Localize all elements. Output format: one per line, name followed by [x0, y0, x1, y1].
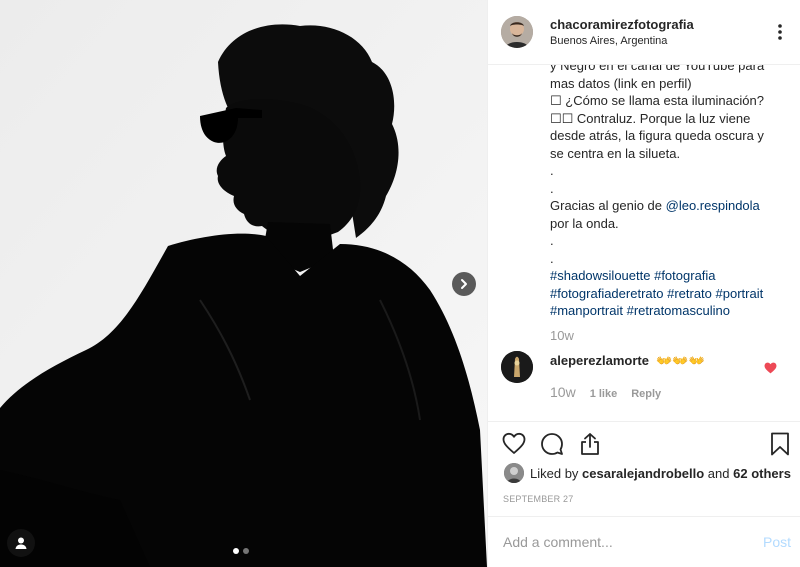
likes-summary: Liked by cesaralejandrobello and 62 othe…	[504, 463, 791, 483]
liker-avatar[interactable]	[504, 463, 524, 483]
author-username[interactable]: chacoramirezfotografia	[550, 17, 694, 32]
next-photo-button[interactable]	[452, 272, 476, 296]
caption-line: desde atrás, la figura queda oscura y	[550, 128, 764, 143]
likes-and: and	[707, 465, 730, 481]
caption-line: #shadowsilouette #fotografia	[550, 267, 782, 285]
caption-line: mas datos (link en perfil)	[550, 75, 692, 91]
caption-line: #manportrait #retratomasculino	[550, 302, 782, 320]
post-date[interactable]: SEPTEMBER 27	[503, 494, 573, 504]
share-icon	[581, 433, 599, 455]
comment-body: aleperezlamorte 👐👐👐	[550, 353, 705, 369]
carousel-indicator	[233, 548, 249, 554]
liker-username[interactable]: cesaralejandrobello	[582, 466, 704, 481]
comment-text: 👐👐👐	[656, 353, 705, 368]
caption-line: .	[550, 163, 554, 178]
hashtag-link[interactable]: #portrait	[716, 286, 764, 301]
more-options-icon	[778, 24, 782, 40]
bookmark-icon	[771, 432, 789, 456]
hashtag-link[interactable]: #fotografia	[654, 268, 715, 283]
heart-outline-icon	[502, 432, 526, 454]
more-options-button[interactable]	[772, 22, 788, 42]
chevron-right-icon	[461, 279, 467, 289]
caption-text: Gracias al genio de	[550, 198, 666, 213]
tagged-users-button[interactable]	[7, 529, 35, 557]
hashtag-link[interactable]: #retratomasculino	[627, 303, 730, 318]
caption-line: ☐☐ Contraluz. Porque la luz viene	[550, 110, 751, 126]
post-caption: y Negro en el canal de YouTube para mas …	[550, 65, 782, 320]
carousel-dot-active	[233, 548, 239, 554]
commenter-username[interactable]: aleperezlamorte	[550, 353, 649, 368]
author-avatar[interactable]	[501, 16, 533, 48]
user-icon	[15, 537, 27, 549]
post-comment-button[interactable]: Post	[763, 534, 791, 550]
comment-meta: 10w 1 like Reply	[550, 384, 661, 400]
hashtag-link[interactable]: #manportrait	[550, 303, 623, 318]
caption-line: por la onda.	[550, 215, 619, 231]
post-header: chacoramirezfotografia Buenos Aires, Arg…	[488, 0, 800, 65]
reply-button[interactable]: Reply	[631, 388, 661, 400]
caption-line: .	[550, 180, 554, 196]
avatar-image	[501, 16, 533, 48]
comment-like-button[interactable]	[764, 361, 777, 379]
caption-line: .	[550, 250, 554, 266]
caption-line: y Negro en el canal de YouTube para	[550, 65, 765, 73]
caption-line: Gracias al genio de @leo.respindola	[550, 197, 782, 215]
carousel-dot	[243, 548, 249, 554]
likes-prefix: Liked by	[530, 465, 579, 481]
share-button[interactable]	[579, 432, 601, 461]
hashtag-link[interactable]: #retrato	[667, 286, 712, 301]
post-details-panel: chacoramirezfotografia Buenos Aires, Arg…	[487, 0, 800, 567]
comments-scroll-area[interactable]: y Negro en el canal de YouTube para mas …	[488, 65, 800, 421]
mention-link[interactable]: @leo.respindola	[666, 198, 760, 213]
post-photo[interactable]	[0, 0, 487, 567]
heart-filled-icon	[764, 362, 777, 374]
caption-line: se centra en la silueta.	[550, 145, 681, 161]
comment-button[interactable]	[540, 432, 564, 461]
caption-line: #fotografiaderetrato #retrato #portrait	[550, 285, 782, 303]
like-button[interactable]	[502, 432, 526, 461]
commenter-avatar[interactable]	[501, 351, 533, 383]
hashtag-link[interactable]: #shadowsilouette	[550, 268, 650, 283]
avatar-image	[501, 351, 533, 383]
action-bar	[488, 421, 800, 467]
caption-line: .	[550, 233, 554, 248]
hashtag-link[interactable]: #fotografiaderetrato	[550, 286, 663, 301]
comment-likes[interactable]: 1 like	[590, 388, 618, 400]
likes-others-link[interactable]: 62 others	[733, 466, 791, 481]
add-comment-section: Post	[488, 516, 800, 567]
silhouette-portrait-image	[0, 0, 487, 567]
post-location[interactable]: Buenos Aires, Argentina	[550, 35, 667, 47]
avatar-image	[504, 463, 524, 483]
save-button[interactable]	[770, 432, 790, 461]
comment-icon	[541, 433, 563, 455]
comment-time[interactable]: 10w	[550, 384, 576, 400]
add-comment-input[interactable]	[503, 531, 743, 553]
caption-time[interactable]: 10w	[550, 328, 574, 343]
caption-line: ☐ ¿Cómo se llama esta iluminación?	[550, 93, 764, 108]
